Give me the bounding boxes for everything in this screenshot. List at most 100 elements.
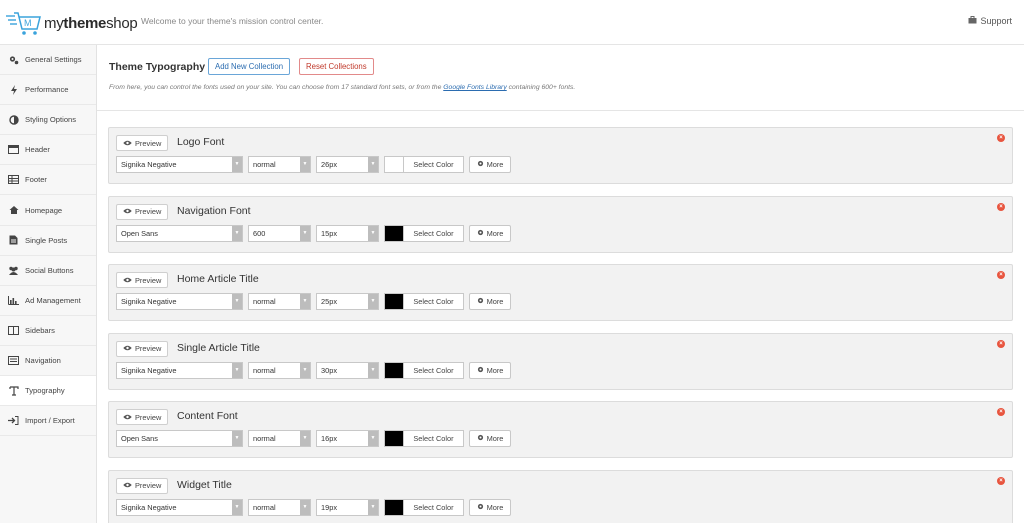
color-swatch[interactable]	[384, 156, 404, 173]
font-family-select[interactable]: Signika Negative ▼	[116, 361, 243, 379]
font-size-select[interactable]: 15px ▼	[316, 224, 379, 242]
font-family-select[interactable]: Signika Negative ▼	[116, 498, 243, 516]
select-color-button[interactable]: Select Color	[403, 498, 464, 516]
more-button[interactable]: More	[469, 498, 511, 516]
brand-logo[interactable]: M mythemeshop	[6, 10, 138, 36]
add-collection-button[interactable]: Add New Collection	[208, 58, 291, 75]
color-swatch[interactable]	[384, 361, 404, 379]
header-icon	[8, 145, 19, 155]
preview-button[interactable]: Preview	[116, 272, 169, 289]
sidebar-item-navigation[interactable]: Navigation	[0, 346, 96, 377]
more-label: More	[486, 434, 504, 444]
sidebar-item-label: General Settings	[25, 55, 82, 65]
font-block: Preview Widget Title Signika Negative ▼ norm…	[108, 469, 1013, 523]
font-weight-select[interactable]: normal ▼	[248, 293, 311, 311]
more-label: More	[486, 502, 504, 512]
preview-button[interactable]: Preview	[116, 340, 169, 357]
gears-icon	[8, 55, 19, 65]
sidebar-item-label: Ad Management	[25, 295, 81, 305]
select-color-button[interactable]: Select Color	[403, 293, 464, 311]
font-family-select[interactable]: Signika Negative ▼	[116, 293, 243, 311]
support-label: Support	[980, 16, 1012, 26]
remove-font-icon[interactable]: ×	[997, 202, 1005, 211]
sidebar-item-social-buttons[interactable]: Social Buttons	[0, 256, 96, 286]
font-weight-select[interactable]: normal ▼	[248, 430, 311, 448]
sidebar-item-footer[interactable]: Footer	[0, 165, 96, 196]
font-block: Preview Navigation Font Open Sans ▼ 600 ▼ 15px…	[108, 195, 1013, 253]
sidebar-item-ad-management[interactable]: Ad Management	[0, 286, 96, 316]
font-family-select[interactable]: Open Sans ▼	[116, 430, 243, 448]
reset-collections-button[interactable]: Reset Collections	[299, 58, 374, 75]
font-size-select[interactable]: 26px ▼	[316, 156, 379, 173]
caret-down-icon: ▼	[368, 499, 378, 515]
caret-down-icon: ▼	[368, 294, 378, 310]
sidebar-item-import-export[interactable]: Import / Export	[0, 406, 96, 437]
color-swatch[interactable]	[384, 430, 404, 448]
color-swatch[interactable]	[384, 293, 404, 311]
font-weight-select[interactable]: 600 ▼	[248, 224, 311, 242]
sidebar-item-header[interactable]: Header	[0, 135, 96, 166]
more-button[interactable]: More	[469, 293, 511, 311]
remove-font-icon[interactable]: ×	[997, 271, 1005, 280]
sidebar-item-performance[interactable]: Performance	[0, 75, 96, 106]
google-fonts-link[interactable]: Google Fonts Library	[443, 84, 506, 91]
sidebar-item-sidebars[interactable]: Sidebars	[0, 316, 96, 346]
font-weight-select[interactable]: normal ▼	[248, 361, 311, 379]
caret-down-icon: ▼	[300, 431, 310, 447]
more-button[interactable]: More	[469, 224, 511, 242]
more-label: More	[486, 365, 504, 375]
bar-chart-icon	[8, 295, 19, 305]
color-swatch[interactable]	[384, 498, 404, 516]
more-button[interactable]: More	[469, 361, 511, 379]
font-weight-select[interactable]: normal ▼	[248, 156, 311, 173]
sidebar-item-general-settings[interactable]: General Settings	[0, 45, 96, 76]
select-color-button[interactable]: Select Color	[403, 361, 464, 379]
color-swatch[interactable]	[384, 224, 404, 242]
eye-icon	[123, 276, 132, 285]
sidebar-item-typography[interactable]: Typography	[0, 376, 96, 407]
sidebar-item-label: Import / Export	[25, 416, 75, 426]
more-button[interactable]: More	[469, 430, 511, 448]
font-size-value: 16px	[321, 434, 338, 444]
preview-button[interactable]: Preview	[116, 135, 169, 151]
gear-icon	[477, 434, 484, 443]
main-panel: Theme Typography Add New Collection Rese…	[97, 45, 1024, 523]
sidebar-item-label: Typography	[25, 386, 65, 396]
text-icon	[8, 385, 19, 396]
more-button[interactable]: More	[469, 156, 511, 173]
select-color-button[interactable]: Select Color	[403, 430, 464, 448]
font-family-select[interactable]: Signika Negative ▼	[116, 156, 243, 173]
caret-down-icon: ▼	[368, 362, 378, 378]
sidebar-item-label: Sidebars	[25, 325, 55, 335]
support-link[interactable]: Support	[968, 16, 1012, 26]
preview-button[interactable]: Preview	[116, 203, 169, 220]
remove-font-icon[interactable]: ×	[997, 134, 1005, 142]
font-block-title: Navigation Font	[177, 204, 251, 217]
font-block: Preview Home Article Title Signika Negativ…	[108, 264, 1013, 322]
caret-down-icon: ▼	[300, 499, 310, 515]
users-icon	[8, 265, 19, 275]
preview-button[interactable]: Preview	[116, 477, 169, 494]
font-family-value: Open Sans	[121, 228, 158, 238]
sidebar-item-label: Footer	[25, 175, 47, 185]
font-size-select[interactable]: 25px ▼	[316, 293, 379, 311]
font-size-select[interactable]: 19px ▼	[316, 498, 379, 516]
font-size-select[interactable]: 30px ▼	[316, 361, 379, 379]
select-color-button[interactable]: Select Color	[403, 156, 464, 173]
select-color-button[interactable]: Select Color	[403, 224, 464, 242]
page-title: Theme Typography	[109, 61, 206, 73]
sidebar-item-styling-options[interactable]: Styling Options	[0, 105, 96, 136]
sign-in-icon	[8, 416, 19, 426]
remove-font-icon[interactable]: ×	[997, 476, 1005, 485]
preview-button[interactable]: Preview	[116, 409, 169, 426]
font-family-select[interactable]: Open Sans ▼	[116, 224, 243, 242]
sidebar-item-homepage[interactable]: Homepage	[0, 195, 96, 226]
sidebar-item-label: Navigation	[25, 355, 61, 365]
sidebar-item-single-posts[interactable]: Single Posts	[0, 226, 96, 256]
font-size-select[interactable]: 16px ▼	[316, 430, 379, 448]
remove-font-icon[interactable]: ×	[997, 408, 1005, 417]
sidebar-item-label: Styling Options	[25, 115, 77, 125]
remove-font-icon[interactable]: ×	[997, 339, 1005, 348]
font-weight-select[interactable]: normal ▼	[248, 498, 311, 516]
sidebar-item-label: Single Posts	[25, 235, 68, 245]
